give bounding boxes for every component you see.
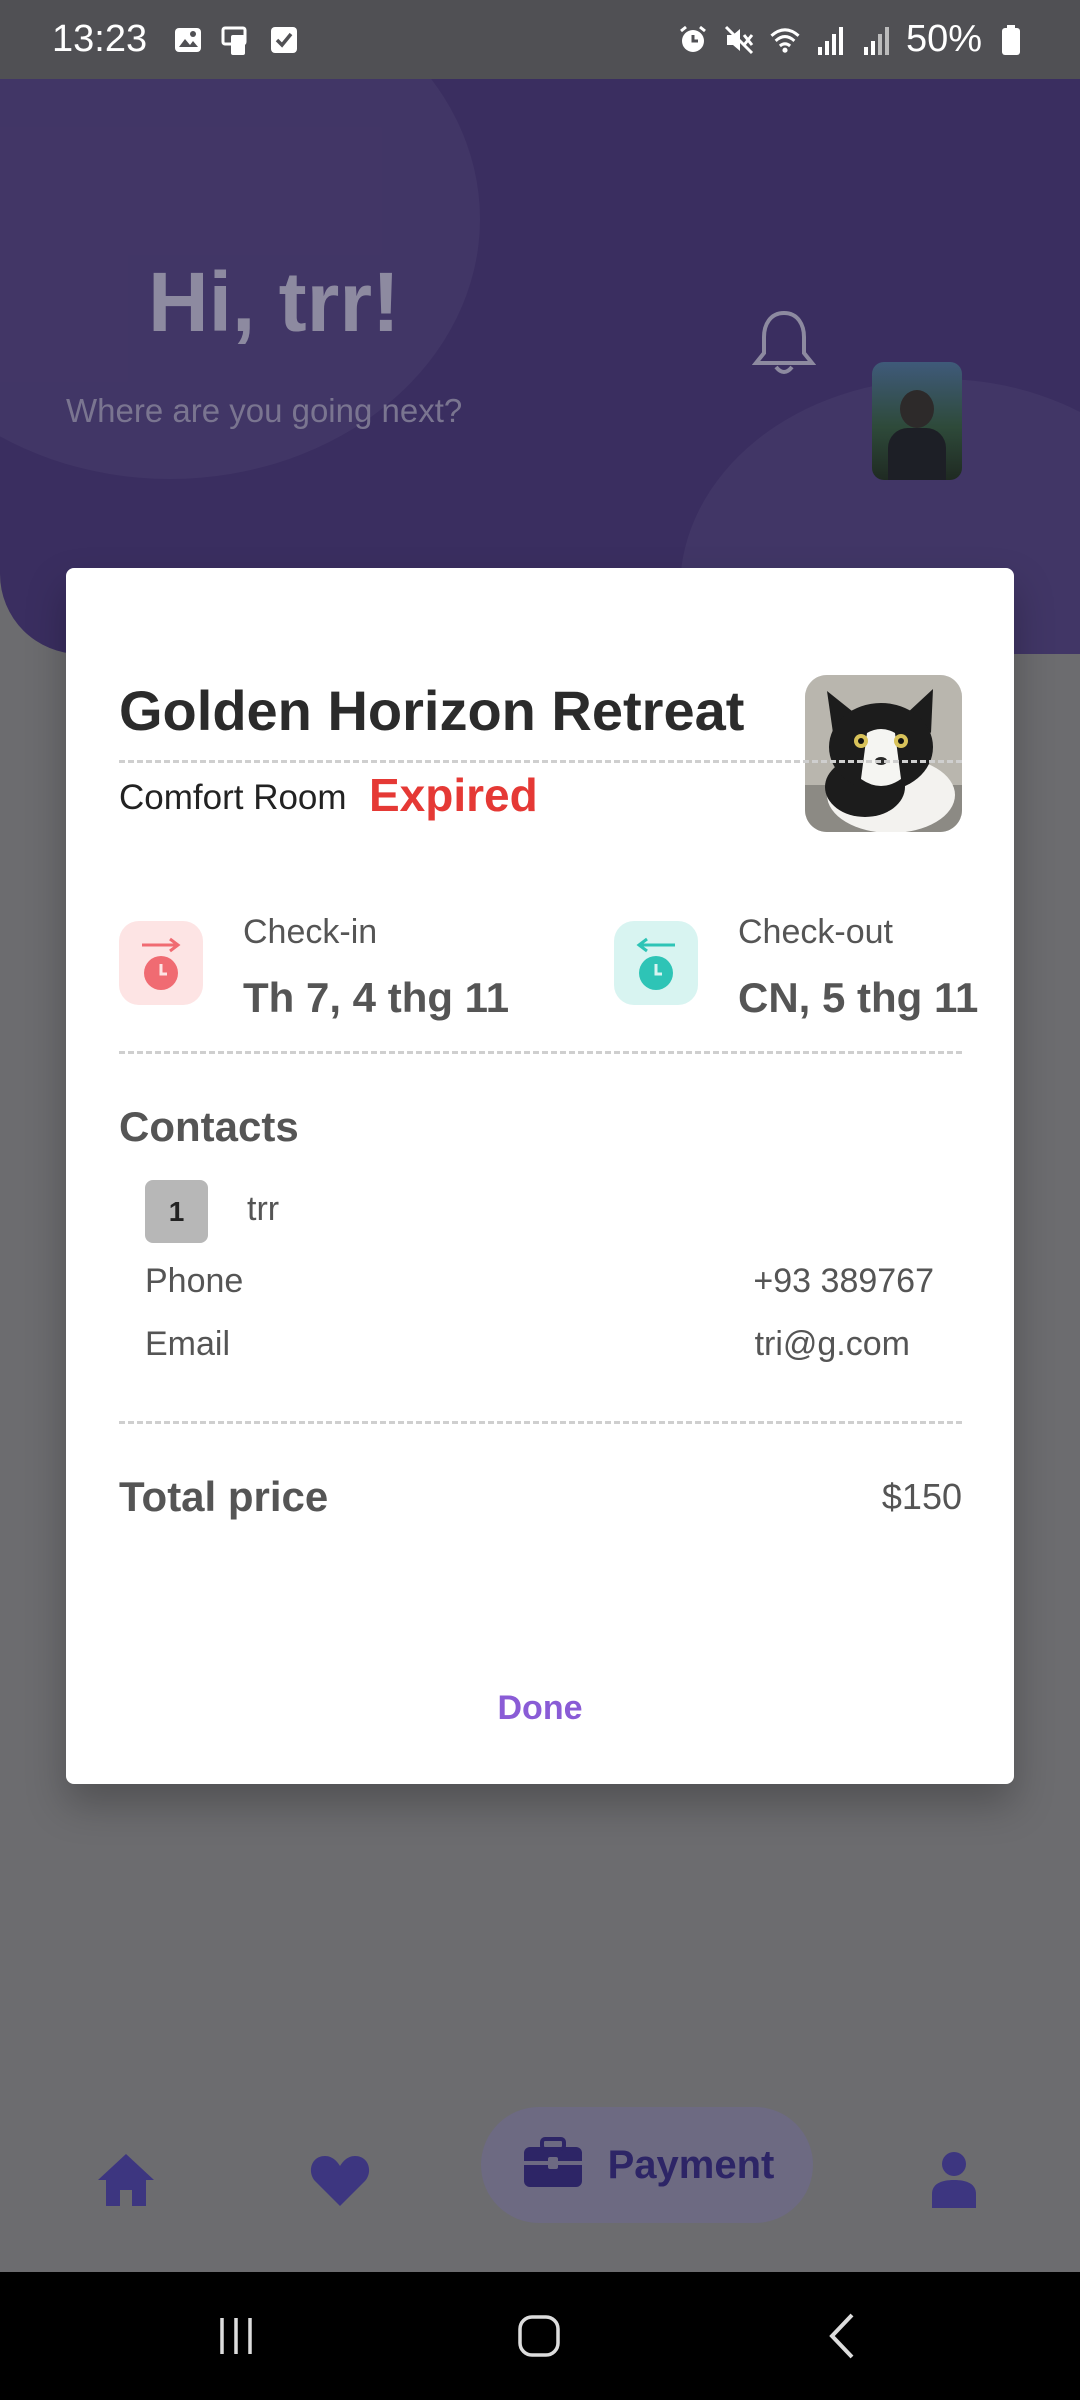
bottom-nav: Payment (0, 2080, 1080, 2270)
briefcase-icon (520, 2135, 586, 2196)
divider (119, 1051, 962, 1054)
checkout-label: Check-out (738, 913, 893, 951)
greeting-subtitle: Where are you going next? (66, 392, 463, 429)
battery-icon (994, 23, 1028, 57)
checkin-block: Check-in Th 7, 4 thg 11 (119, 913, 509, 1022)
bell-icon[interactable] (751, 307, 817, 379)
checkin-label: Check-in (243, 913, 378, 951)
contact-index-badge: 1 (145, 1180, 208, 1243)
done-button[interactable]: Done (460, 1678, 620, 1738)
battery-percent: 50% (905, 18, 982, 60)
system-nav-bar (0, 2272, 1080, 2400)
back-icon[interactable] (810, 2306, 874, 2366)
checkout-block: Check-out CN, 5 thg 11 (614, 913, 978, 1022)
phone-label: Phone (145, 1262, 244, 1300)
divider (119, 760, 962, 763)
booking-status: Expired (369, 769, 538, 821)
status-time: 13:23 (52, 18, 148, 60)
divider (119, 1421, 962, 1424)
wifi-icon (768, 23, 802, 57)
nav-payment-tab[interactable]: Payment (481, 2107, 813, 2223)
checkbox-icon (267, 23, 301, 57)
total-price-label: Total price (119, 1473, 329, 1520)
checkout-date: CN, 5 thg 11 (738, 974, 979, 1021)
recent-apps-icon[interactable] (204, 2306, 268, 2366)
alarm-icon (676, 23, 710, 57)
cast-icon (219, 23, 253, 57)
avatar-body (888, 428, 946, 480)
checkin-clock-icon (119, 921, 203, 1005)
image-icon (171, 23, 205, 57)
phone-value: +93 389767 (753, 1262, 934, 1300)
nav-payment-label: Payment (607, 2142, 775, 2187)
status-bar: 13:23 50% (0, 0, 1080, 79)
signal-icon (860, 23, 894, 57)
signal-icon (814, 23, 848, 57)
heart-icon[interactable] (300, 2140, 380, 2220)
email-value: tri@g.com (754, 1325, 910, 1363)
hotel-image (805, 675, 962, 832)
booking-detail-dialog: Golden Horizon Retreat Comfort Room Expi… (66, 568, 1014, 1784)
home-icon[interactable] (86, 2140, 166, 2220)
avatar[interactable] (872, 362, 962, 480)
contact-name: trr (247, 1190, 280, 1228)
checkin-date: Th 7, 4 thg 11 (243, 974, 510, 1021)
avatar-head (900, 390, 934, 428)
profile-icon[interactable] (914, 2140, 994, 2220)
room-type: Comfort Room (119, 778, 347, 817)
checkout-clock-icon (614, 921, 698, 1005)
contacts-title: Contacts (119, 1103, 299, 1150)
email-label: Email (145, 1325, 231, 1363)
status-right-icons: 50% (676, 18, 1028, 61)
hotel-name: Golden Horizon Retreat (119, 679, 745, 742)
status-left-icons (171, 23, 301, 57)
home-button-icon[interactable] (507, 2306, 571, 2366)
total-price-value: $150 (881, 1476, 962, 1517)
mute-icon (722, 23, 756, 57)
greeting-title: Hi, trr! (148, 255, 400, 349)
